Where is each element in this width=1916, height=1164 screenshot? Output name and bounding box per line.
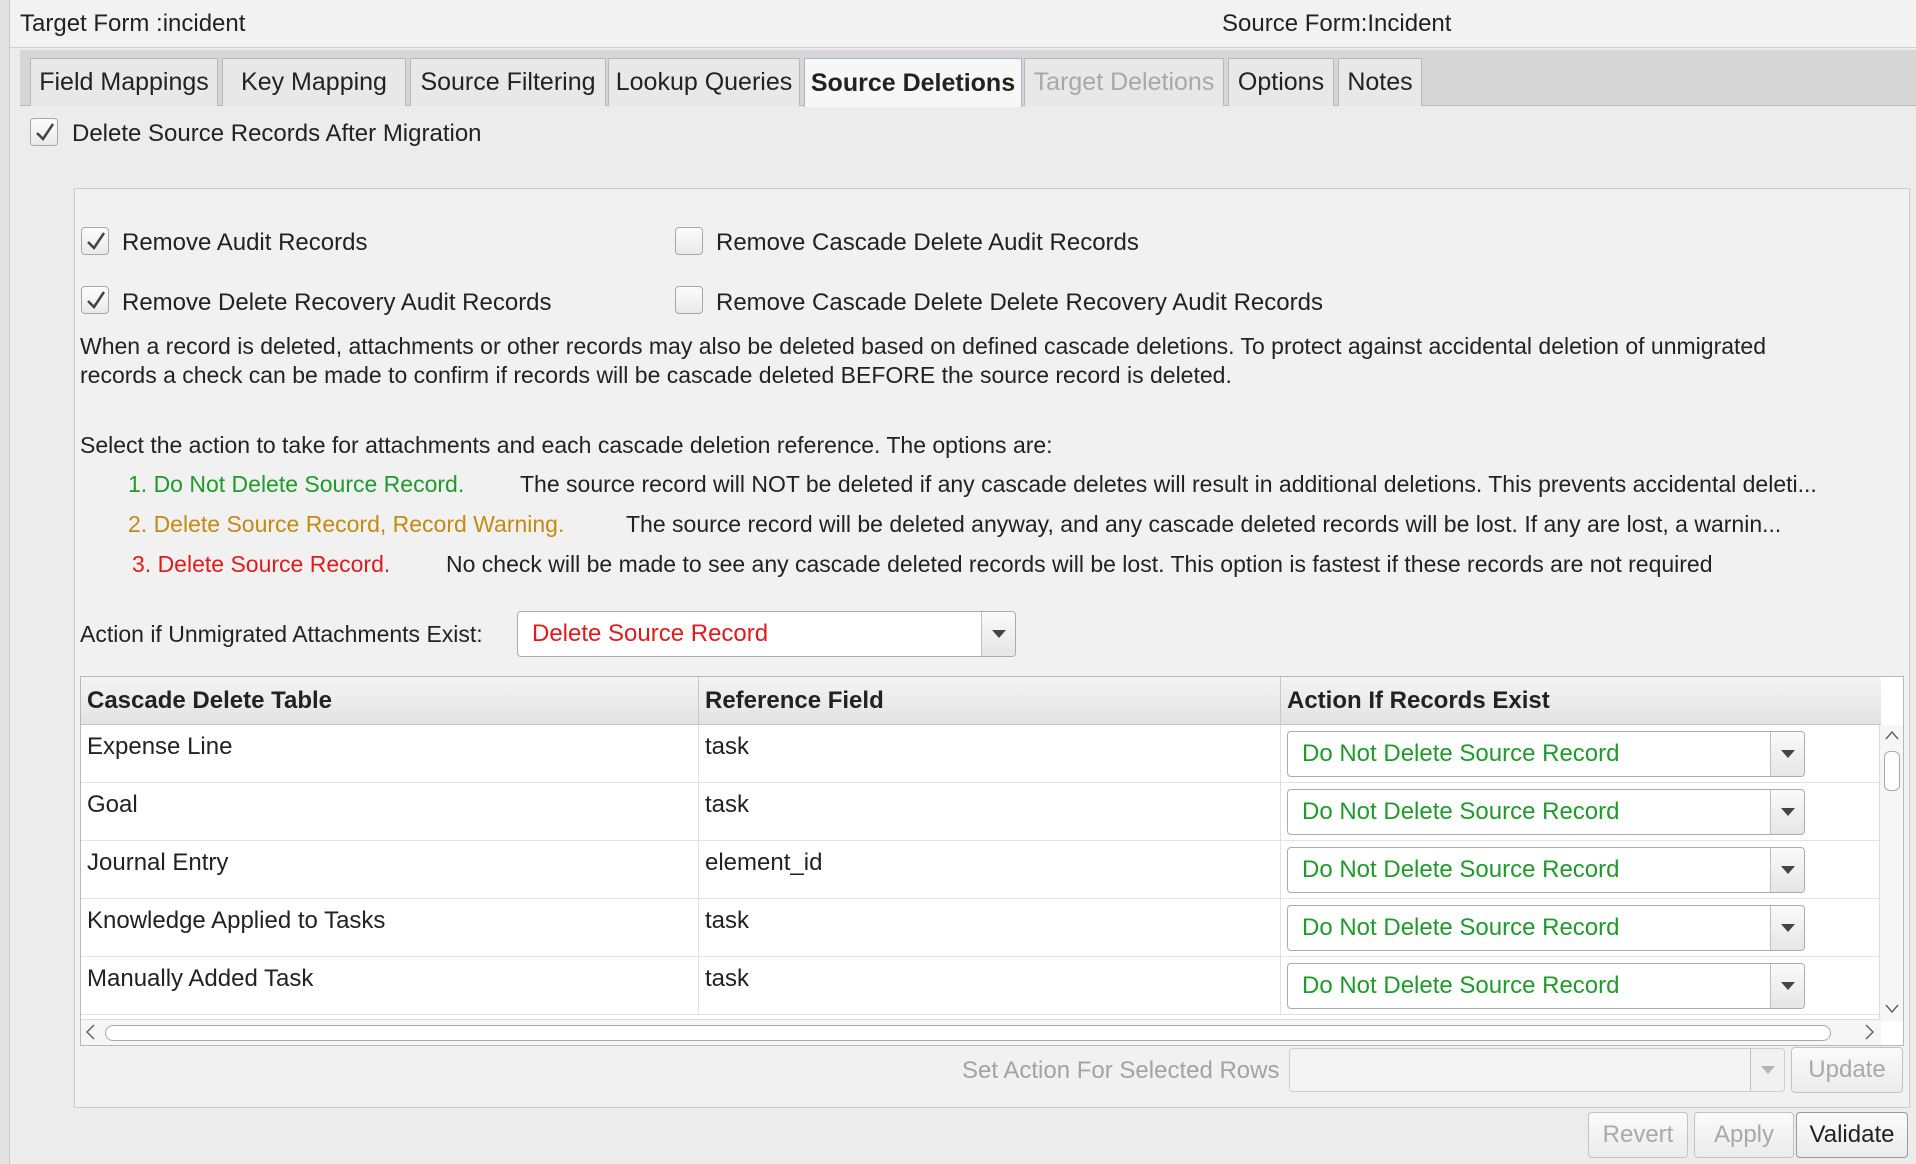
tab-target-deletions: Target Deletions (1024, 58, 1224, 106)
checkmark-icon (87, 232, 106, 250)
remove-audit-checkbox[interactable] (81, 227, 109, 255)
set-action-select (1289, 1048, 1785, 1092)
options-intro: Select the action to take for attachment… (80, 432, 1053, 458)
row-action-value: Do Not Delete Source Record (1302, 856, 1620, 883)
attachments-action-label: Action if Unmigrated Attachments Exist: (80, 621, 483, 647)
row-action-value: Do Not Delete Source Record (1302, 972, 1620, 999)
tab-notes[interactable]: Notes (1338, 58, 1422, 106)
cell-reference-field: task (699, 899, 1281, 957)
window-left-edge (0, 0, 10, 1164)
remove-delete-recovery-label: Remove Delete Recovery Audit Records (122, 289, 552, 316)
cell-cascade-table: Knowledge Applied to Tasks (81, 899, 699, 957)
tab-field-mappings[interactable]: Field Mappings (30, 58, 218, 106)
option-1-desc: The source record will NOT be deleted if… (520, 471, 1817, 497)
tab-bar: Field Mappings Key Mapping Source Filter… (20, 50, 1916, 107)
table-row[interactable]: Goal task Do Not Delete Source Record (81, 783, 1881, 841)
remove-audit-label: Remove Audit Records (122, 229, 368, 256)
chevron-down-icon (1750, 1049, 1784, 1091)
set-action-label: Set Action For Selected Rows (962, 1057, 1280, 1084)
vertical-scroll-thumb[interactable] (1884, 751, 1900, 791)
cascade-info-line-2: records a check can be made to confirm i… (80, 362, 1232, 388)
cell-cascade-table: Expense Line (81, 725, 699, 783)
remove-cascade-audit-checkbox[interactable] (675, 227, 703, 255)
row-action-value: Do Not Delete Source Record (1302, 740, 1620, 767)
delete-after-migration-checkbox[interactable] (30, 118, 58, 146)
tab-source-filtering[interactable]: Source Filtering (410, 58, 606, 106)
column-header-cascade-delete-table[interactable]: Cascade Delete Table (81, 677, 699, 725)
option-2-title: 2. Delete Source Record, Record Warning. (128, 511, 565, 537)
scroll-left-icon[interactable] (85, 1024, 95, 1045)
row-action-value: Do Not Delete Source Record (1302, 798, 1620, 825)
update-button: Update (1791, 1047, 1903, 1093)
revert-button: Revert (1588, 1112, 1688, 1158)
table-row[interactable]: Journal Entry element_id Do Not Delete S… (81, 841, 1881, 899)
cell-cascade-table: Journal Entry (81, 841, 699, 899)
column-header-reference-field[interactable]: Reference Field (699, 677, 1281, 725)
horizontal-scroll-thumb[interactable] (105, 1025, 1831, 1041)
cell-cascade-table: Manually Added Task (81, 957, 699, 1015)
table-header: Cascade Delete Table Reference Field Act… (81, 677, 1881, 725)
apply-button: Apply (1694, 1112, 1794, 1158)
target-form-label: Target Form :incident (20, 10, 246, 37)
option-2-desc: The source record will be deleted anyway… (626, 511, 1782, 537)
remove-cascade-delete-recovery-label: Remove Cascade Delete Delete Recovery Au… (716, 289, 1323, 316)
table-row[interactable]: Manually Added Task task Do Not Delete S… (81, 957, 1881, 1015)
cascade-delete-table: Cascade Delete Table Reference Field Act… (80, 676, 1904, 1046)
row-action-select[interactable]: Do Not Delete Source Record (1287, 847, 1805, 893)
tab-options[interactable]: Options (1228, 58, 1334, 106)
validate-button[interactable]: Validate (1796, 1112, 1908, 1158)
table-vertical-scrollbar[interactable] (1879, 725, 1903, 1021)
chevron-down-icon (981, 612, 1015, 656)
form-header: Target Form :incident Source Form:Incide… (10, 0, 1916, 48)
row-action-select[interactable]: Do Not Delete Source Record (1287, 963, 1805, 1009)
table-horizontal-scrollbar[interactable] (81, 1019, 1881, 1045)
delete-after-migration-label: Delete Source Records After Migration (72, 120, 482, 147)
cell-reference-field: element_id (699, 841, 1281, 899)
chevron-down-icon (1770, 790, 1804, 834)
attachments-action-value: Delete Source Record (532, 620, 769, 647)
cell-reference-field: task (699, 783, 1281, 841)
table-row[interactable]: Expense Line task Do Not Delete Source R… (81, 725, 1881, 783)
source-form-label: Source Form:Incident (1222, 10, 1452, 37)
chevron-down-icon (1770, 848, 1804, 892)
scroll-down-icon[interactable] (1885, 1001, 1899, 1019)
chevron-down-icon (1770, 732, 1804, 776)
cell-cascade-table: Goal (81, 783, 699, 841)
cascade-info-line-1: When a record is deleted, attachments or… (80, 333, 1766, 359)
row-action-select[interactable]: Do Not Delete Source Record (1287, 905, 1805, 951)
tab-lookup-queries[interactable]: Lookup Queries (608, 58, 800, 106)
scroll-up-icon[interactable] (1885, 727, 1899, 745)
remove-delete-recovery-checkbox[interactable] (81, 286, 109, 314)
option-3-title: 3. Delete Source Record. (132, 551, 391, 577)
column-header-action[interactable]: Action If Records Exist (1281, 677, 1881, 725)
checkmark-icon (36, 123, 55, 141)
scroll-right-icon[interactable] (1865, 1024, 1875, 1045)
attachments-action-select[interactable]: Delete Source Record (517, 611, 1016, 657)
tab-source-deletions[interactable]: Source Deletions (804, 58, 1022, 107)
cell-reference-field: task (699, 725, 1281, 783)
row-action-select[interactable]: Do Not Delete Source Record (1287, 789, 1805, 835)
remove-cascade-delete-recovery-checkbox[interactable] (675, 286, 703, 314)
table-row[interactable]: Knowledge Applied to Tasks task Do Not D… (81, 899, 1881, 957)
cell-reference-field: task (699, 957, 1281, 1015)
option-1-title: 1. Do Not Delete Source Record. (128, 471, 465, 497)
option-3-desc: No check will be made to see any cascade… (446, 551, 1713, 577)
chevron-down-icon (1770, 906, 1804, 950)
tab-key-mapping[interactable]: Key Mapping (222, 58, 406, 106)
row-action-select[interactable]: Do Not Delete Source Record (1287, 731, 1805, 777)
chevron-down-icon (1770, 964, 1804, 1008)
checkmark-icon (87, 291, 106, 309)
remove-cascade-audit-label: Remove Cascade Delete Audit Records (716, 229, 1139, 256)
row-action-value: Do Not Delete Source Record (1302, 914, 1620, 941)
